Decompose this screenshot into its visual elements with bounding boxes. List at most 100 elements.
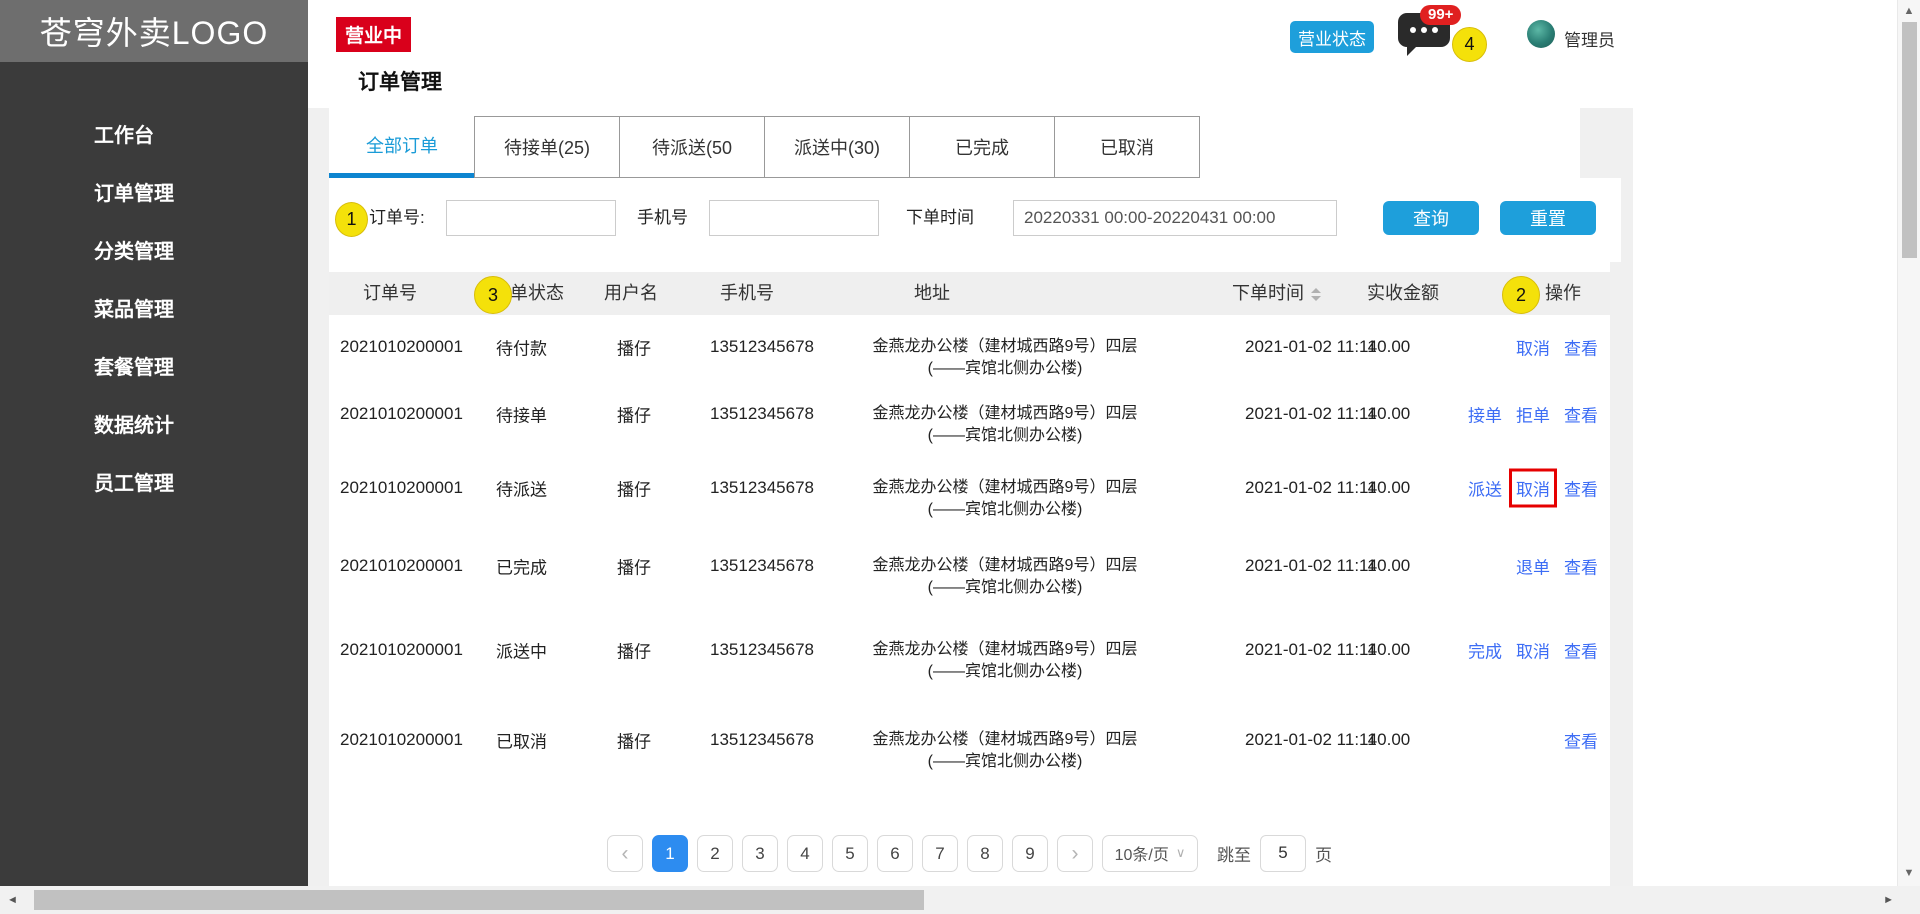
user-cell: 播仔 bbox=[617, 558, 651, 578]
sidebar-item-orders[interactable]: 订单管理 bbox=[0, 165, 308, 223]
sidebar-item-employees[interactable]: 员工管理 bbox=[0, 455, 308, 513]
order-no-input[interactable] bbox=[446, 200, 616, 236]
vertical-scrollbar-thumb[interactable] bbox=[1902, 22, 1917, 258]
table-body: 2021010200001 待付款 播仔 13512345678 金燕龙办公楼（… bbox=[329, 315, 1610, 786]
view-link[interactable]: 查看 bbox=[1564, 334, 1598, 359]
view-link[interactable]: 查看 bbox=[1564, 402, 1598, 427]
scroll-up-icon[interactable]: ▲ bbox=[1898, 5, 1920, 17]
page-button-9[interactable]: 9 bbox=[1012, 834, 1048, 872]
view-link[interactable]: 查看 bbox=[1564, 476, 1598, 501]
prev-page-button[interactable]: ‹ bbox=[607, 834, 643, 872]
actions-cell: 查看 bbox=[1564, 728, 1598, 753]
orders-table-panel: 订单号 订单状态 用户名 手机号 地址 下单时间 实收金额 操作 2021010… bbox=[329, 262, 1610, 886]
cancel-link-highlighted[interactable]: 取消 bbox=[1509, 468, 1557, 508]
table-row: 2021010200001 待接单 播仔 13512345678 金燕龙办公楼（… bbox=[329, 378, 1610, 450]
order-no-cell: 2021010200001 bbox=[340, 478, 463, 497]
actions-cell: 取消 查看 bbox=[1516, 334, 1598, 359]
page-button-5[interactable]: 5 bbox=[832, 834, 868, 872]
phone-cell: 13512345678 bbox=[710, 478, 815, 497]
page-button-4[interactable]: 4 bbox=[787, 834, 823, 872]
amount-cell: 40.00 bbox=[1367, 478, 1411, 497]
page-title: 订单管理 bbox=[358, 71, 442, 94]
phone-input[interactable] bbox=[709, 200, 879, 236]
address-cell: 金燕龙办公楼（建材城西路9号）四层 (——宾馆北侧办公楼) bbox=[850, 729, 1160, 773]
header-amount: 实收金额 bbox=[1367, 283, 1439, 303]
header-user-name: 用户名 bbox=[604, 283, 658, 303]
sidebar-item-dishes[interactable]: 菜品管理 bbox=[0, 281, 308, 339]
vertical-scrollbar[interactable]: ▲ ▼ bbox=[1897, 0, 1920, 886]
page-button-6[interactable]: 6 bbox=[877, 834, 913, 872]
refund-link[interactable]: 退单 bbox=[1516, 554, 1550, 579]
address-line2: (——宾馆北侧办公楼) bbox=[927, 427, 1083, 444]
next-page-button[interactable]: › bbox=[1057, 834, 1093, 872]
avatar[interactable] bbox=[1527, 20, 1555, 48]
phone-cell: 13512345678 bbox=[710, 336, 815, 356]
annotation-marker-4: 4 bbox=[1452, 27, 1487, 62]
page-button-8[interactable]: 8 bbox=[967, 834, 1003, 872]
sidebar-menu: 工作台 订单管理 分类管理 菜品管理 套餐管理 数据统计 员工管理 bbox=[0, 62, 308, 513]
page-unit-label: 页 bbox=[1315, 845, 1332, 865]
tab-pending-accept[interactable]: 待接单(25) bbox=[474, 116, 620, 178]
tab-all-orders[interactable]: 全部订单 bbox=[329, 116, 475, 178]
scroll-down-icon[interactable]: ▼ bbox=[1898, 867, 1920, 879]
tab-dispatching[interactable]: 派送中(30) bbox=[764, 116, 910, 178]
phone-cell: 13512345678 bbox=[710, 730, 815, 749]
dispatch-link[interactable]: 派送 bbox=[1468, 476, 1502, 501]
sidebar-item-statistics[interactable]: 数据统计 bbox=[0, 397, 308, 455]
amount-cell: 40.00 bbox=[1367, 404, 1411, 423]
page-size-select[interactable]: 10条/页 ∨ bbox=[1102, 834, 1198, 872]
amount-cell: 40.00 bbox=[1367, 640, 1411, 659]
horizontal-scrollbar[interactable]: ◄ ► bbox=[0, 886, 1920, 914]
cancel-link[interactable]: 取消 bbox=[1516, 638, 1550, 663]
table-row: 2021010200001 待付款 播仔 13512345678 金燕龙办公楼（… bbox=[329, 315, 1610, 378]
address-cell: 金燕龙办公楼（建材城西路9号）四层 (——宾馆北侧办公楼) bbox=[850, 403, 1160, 447]
sidebar: 苍穹外卖LOGO 工作台 订单管理 分类管理 菜品管理 套餐管理 数据统计 员工… bbox=[0, 0, 308, 886]
reject-link[interactable]: 拒单 bbox=[1516, 402, 1550, 427]
view-link[interactable]: 查看 bbox=[1564, 728, 1598, 753]
view-link[interactable]: 查看 bbox=[1564, 638, 1598, 663]
status-cell: 已取消 bbox=[496, 732, 547, 752]
business-status-button[interactable]: 营业状态 bbox=[1290, 21, 1374, 53]
order-time-range-input[interactable] bbox=[1013, 200, 1337, 236]
scroll-right-icon[interactable]: ► bbox=[1883, 886, 1894, 914]
table-row: 2021010200001 待派送 播仔 13512345678 金燕龙办公楼（… bbox=[329, 450, 1610, 526]
page-button-2[interactable]: 2 bbox=[697, 834, 733, 872]
view-link[interactable]: 查看 bbox=[1564, 554, 1598, 579]
sidebar-item-combos[interactable]: 套餐管理 bbox=[0, 339, 308, 397]
pagination: ‹ 1 2 3 4 5 6 7 8 9 › 10条/页 ∨ 跳至 页 bbox=[329, 833, 1610, 873]
complete-link[interactable]: 完成 bbox=[1468, 638, 1502, 663]
search-button[interactable]: 查询 bbox=[1383, 201, 1479, 235]
page-button-3[interactable]: 3 bbox=[742, 834, 778, 872]
amount-cell: 40.00 bbox=[1367, 730, 1411, 749]
annotation-marker-2: 2 bbox=[1502, 276, 1540, 314]
actions-cell: 完成 取消 查看 bbox=[1468, 638, 1598, 663]
address-line1: 金燕龙办公楼（建材城西路9号）四层 bbox=[872, 641, 1138, 658]
page-button-7[interactable]: 7 bbox=[922, 834, 958, 872]
reset-button[interactable]: 重置 bbox=[1500, 201, 1596, 235]
tab-pending-dispatch[interactable]: 待派送(50 bbox=[619, 116, 765, 178]
cancel-link[interactable]: 取消 bbox=[1516, 334, 1550, 359]
user-cell: 播仔 bbox=[617, 642, 651, 662]
status-cell: 已完成 bbox=[496, 558, 547, 578]
sidebar-item-categories[interactable]: 分类管理 bbox=[0, 223, 308, 281]
jump-page-input[interactable] bbox=[1260, 834, 1306, 872]
amount-cell: 40.00 bbox=[1367, 336, 1411, 356]
filter-panel: 订单号: 手机号 下单时间 查询 重置 bbox=[329, 178, 1621, 262]
sort-icon[interactable] bbox=[1311, 283, 1321, 306]
order-time-filter-label: 下单时间 bbox=[906, 208, 974, 227]
tab-completed[interactable]: 已完成 bbox=[909, 116, 1055, 178]
app-logo: 苍穹外卖LOGO bbox=[0, 0, 308, 62]
tab-cancelled[interactable]: 已取消 bbox=[1054, 116, 1200, 178]
page-button-1[interactable]: 1 bbox=[652, 834, 688, 872]
table-row: 2021010200001 已完成 播仔 13512345678 金燕龙办公楼（… bbox=[329, 526, 1610, 606]
user-cell: 播仔 bbox=[617, 732, 651, 752]
sidebar-item-workbench[interactable]: 工作台 bbox=[0, 107, 308, 165]
address-cell: 金燕龙办公楼（建材城西路9号）四层 (——宾馆北侧办公楼) bbox=[850, 477, 1160, 521]
phone-cell: 13512345678 bbox=[710, 640, 815, 659]
table-row: 2021010200001 已取消 播仔 13512345678 金燕龙办公楼（… bbox=[329, 694, 1610, 786]
scroll-left-icon[interactable]: ◄ bbox=[7, 886, 18, 914]
address-cell: 金燕龙办公楼（建材城西路9号）四层 (——宾馆北侧办公楼) bbox=[850, 336, 1160, 380]
horizontal-scrollbar-thumb[interactable] bbox=[34, 890, 924, 910]
address-line2: (——宾馆北侧办公楼) bbox=[927, 359, 1083, 377]
accept-link[interactable]: 接单 bbox=[1468, 402, 1502, 427]
